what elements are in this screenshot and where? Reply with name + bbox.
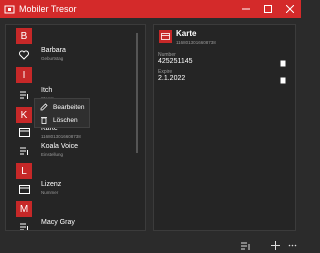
add-icon[interactable] [270, 240, 281, 251]
list-scrollbar[interactable] [136, 33, 138, 153]
close-icon[interactable] [279, 0, 301, 18]
group-header-l: L [16, 163, 32, 179]
card-icon [159, 30, 172, 43]
more-icon[interactable] [287, 240, 298, 251]
note-list-icon [18, 145, 30, 157]
card-icon [18, 183, 30, 195]
list-item-title[interactable]: Itch [41, 87, 52, 94]
group-header-i: I [16, 67, 32, 83]
card-icon [18, 126, 30, 138]
group-header-m: M [16, 201, 32, 217]
title-bar: Mobiler Tresor [0, 0, 301, 18]
list-item-subtitle: 1168013016608738 [41, 134, 81, 139]
heart-icon [18, 49, 30, 61]
window-title: Mobiler Tresor [19, 4, 77, 14]
copy-icon[interactable] [279, 59, 287, 67]
detail-title: Karte [176, 29, 197, 38]
pencil-icon [39, 102, 49, 112]
copy-icon[interactable] [279, 76, 287, 84]
list-item-subtitle: Einstellung [41, 152, 64, 157]
list-view-icon[interactable] [240, 240, 251, 251]
list-item-title[interactable]: Barbara [41, 47, 66, 54]
menu-item-edit[interactable]: Bearbeiten [39, 101, 84, 113]
trash-icon [39, 115, 49, 125]
bottom-app-bar [0, 236, 301, 253]
app-icon [3, 3, 15, 15]
list-item-title[interactable]: Macy Gray [41, 219, 75, 226]
menu-item-delete[interactable]: Löschen [39, 114, 78, 126]
list-item-subtitle: Nummer [41, 190, 59, 195]
list-item-title[interactable]: Lizenz [41, 181, 61, 188]
maximize-icon[interactable] [257, 0, 279, 18]
minimize-icon[interactable] [235, 0, 257, 18]
list-item-subtitle: Geburtstag [41, 56, 64, 61]
detail-subtitle: 1168013016608738 [176, 40, 216, 45]
field-value-number: 425251145 [158, 58, 193, 65]
group-header-k: K [16, 107, 32, 123]
group-header-b: B [16, 28, 32, 44]
note-list-icon [18, 221, 30, 230]
field-value-expire: 2.1.2022 [158, 75, 186, 82]
context-menu: Bearbeiten Löschen [34, 98, 90, 128]
note-list-icon [18, 89, 30, 101]
list-item-title[interactable]: Koala Voice [41, 143, 78, 150]
